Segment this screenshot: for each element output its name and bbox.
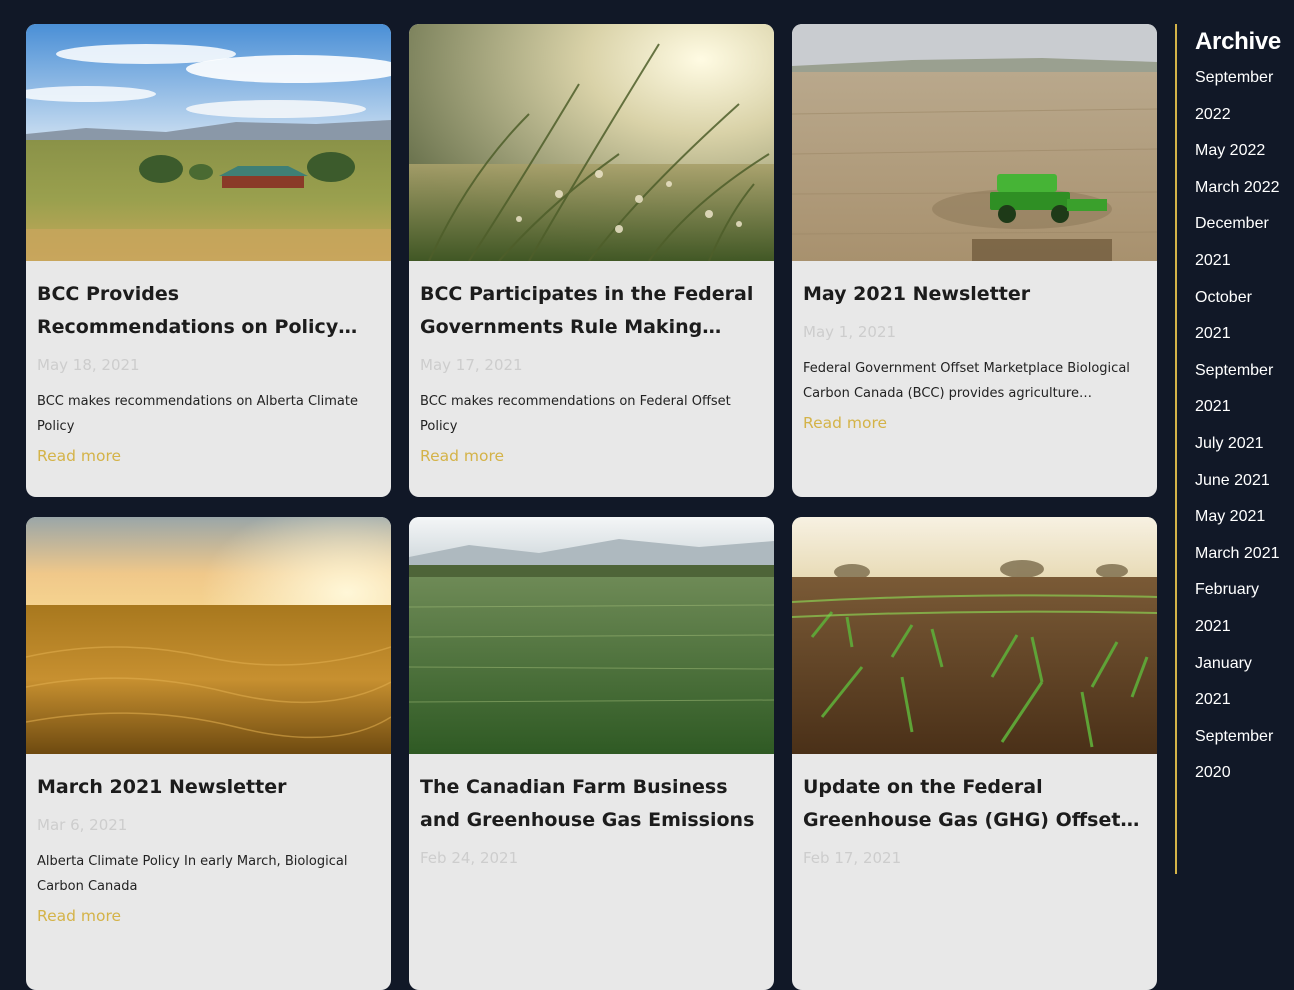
seedling-rows-photo[interactable] xyxy=(792,517,1157,754)
card-body: BCC Provides Recommendations on Policy I… xyxy=(26,261,391,465)
archive-item[interactable]: July 2021 xyxy=(1195,426,1294,463)
post-title[interactable]: March 2021 Newsletter xyxy=(37,771,380,804)
card-body: May 2021 Newsletter May 1, 2021 Federal … xyxy=(792,261,1157,432)
archive-item-label[interactable]: March 2022 xyxy=(1195,170,1291,207)
archive-item[interactable]: January 2021 xyxy=(1195,646,1294,719)
post-title[interactable]: Update on the Federal Greenhouse Gas (GH… xyxy=(803,771,1146,837)
post-excerpt: Alberta Climate Policy In early March, B… xyxy=(37,854,348,894)
archive-sidebar: Archive September 2022 May 2022 March 20… xyxy=(1175,24,1294,874)
post-date: Mar 6, 2021 xyxy=(37,816,128,834)
sunlit-grass-photo[interactable] xyxy=(409,24,774,261)
archive-item[interactable]: June 2021 xyxy=(1195,463,1294,500)
post-card[interactable]: BCC Provides Recommendations on Policy I… xyxy=(26,24,391,497)
archive-title: Archive xyxy=(1195,28,1281,55)
posts-grid: BCC Provides Recommendations on Policy I… xyxy=(26,24,1157,990)
archive-item-label[interactable]: July 2021 xyxy=(1195,426,1291,463)
post-date: Feb 24, 2021 xyxy=(420,849,519,867)
archive-item-label[interactable]: September 2021 xyxy=(1195,353,1291,426)
post-title[interactable]: The Canadian Farm Business and Greenhous… xyxy=(420,771,763,837)
post-card[interactable]: Update on the Federal Greenhouse Gas (GH… xyxy=(792,517,1157,990)
card-body: Update on the Federal Greenhouse Gas (GH… xyxy=(792,754,1157,868)
post-date: May 18, 2021 xyxy=(37,356,140,374)
archive-item-label[interactable]: September 2020 xyxy=(1195,719,1291,792)
post-excerpt: BCC makes recommendations on Alberta Cli… xyxy=(37,394,358,434)
archive-item[interactable]: May 2021 xyxy=(1195,499,1294,536)
card-body: BCC Participates in the Federal Governme… xyxy=(409,261,774,465)
tractor-field-photo[interactable] xyxy=(792,24,1157,261)
post-card[interactable]: BCC Participates in the Federal Governme… xyxy=(409,24,774,497)
card-body: March 2021 Newsletter Mar 6, 2021 Albert… xyxy=(26,754,391,925)
wheat-sunset-photo[interactable] xyxy=(26,517,391,754)
read-more-link[interactable]: Read more xyxy=(420,447,504,465)
archive-list: September 2022 May 2022 March 2022 Decem… xyxy=(1195,60,1294,792)
archive-item[interactable]: February 2021 xyxy=(1195,572,1294,645)
archive-item-label[interactable]: October 2021 xyxy=(1195,280,1291,353)
post-excerpt: Federal Government Offset Marketplace Bi… xyxy=(803,361,1130,401)
post-date: May 1, 2021 xyxy=(803,323,897,341)
archive-item[interactable]: September 2020 xyxy=(1195,719,1294,792)
post-title[interactable]: BCC Participates in the Federal Governme… xyxy=(420,278,763,344)
archive-item[interactable]: December 2021 xyxy=(1195,206,1294,279)
archive-item-label[interactable]: September 2022 xyxy=(1195,60,1291,133)
archive-item-label[interactable]: December 2021 xyxy=(1195,206,1291,279)
post-date: May 17, 2021 xyxy=(420,356,523,374)
post-card[interactable]: March 2021 Newsletter Mar 6, 2021 Albert… xyxy=(26,517,391,990)
archive-item[interactable]: October 2021 xyxy=(1195,280,1294,353)
read-more-link[interactable]: Read more xyxy=(803,414,887,432)
post-title[interactable]: May 2021 Newsletter xyxy=(803,278,1146,311)
archive-item-label[interactable]: May 2022 xyxy=(1195,133,1291,170)
green-wheat-field-photo[interactable] xyxy=(409,517,774,754)
archive-item[interactable]: May 2022 xyxy=(1195,133,1294,170)
archive-item-label[interactable]: March 2021 xyxy=(1195,536,1291,573)
post-title[interactable]: BCC Provides Recommendations on Policy I… xyxy=(37,278,380,344)
read-more-link[interactable]: Read more xyxy=(37,447,121,465)
archive-item-label[interactable]: January 2021 xyxy=(1195,646,1291,719)
post-card[interactable]: May 2021 Newsletter May 1, 2021 Federal … xyxy=(792,24,1157,497)
read-more-link[interactable]: Read more xyxy=(37,907,121,925)
post-card[interactable]: The Canadian Farm Business and Greenhous… xyxy=(409,517,774,990)
archive-item[interactable]: March 2021 xyxy=(1195,536,1294,573)
archive-item[interactable]: September 2021 xyxy=(1195,353,1294,426)
archive-item-label[interactable]: February 2021 xyxy=(1195,572,1291,645)
archive-item[interactable]: September 2022 xyxy=(1195,60,1294,133)
archive-item-label[interactable]: June 2021 xyxy=(1195,463,1291,500)
post-date: Feb 17, 2021 xyxy=(803,849,902,867)
card-body: The Canadian Farm Business and Greenhous… xyxy=(409,754,774,868)
prairie-ranch-photo[interactable] xyxy=(26,24,391,261)
archive-item-label[interactable]: May 2021 xyxy=(1195,499,1291,536)
post-excerpt: BCC makes recommendations on Federal Off… xyxy=(420,394,731,434)
archive-item[interactable]: March 2022 xyxy=(1195,170,1294,207)
